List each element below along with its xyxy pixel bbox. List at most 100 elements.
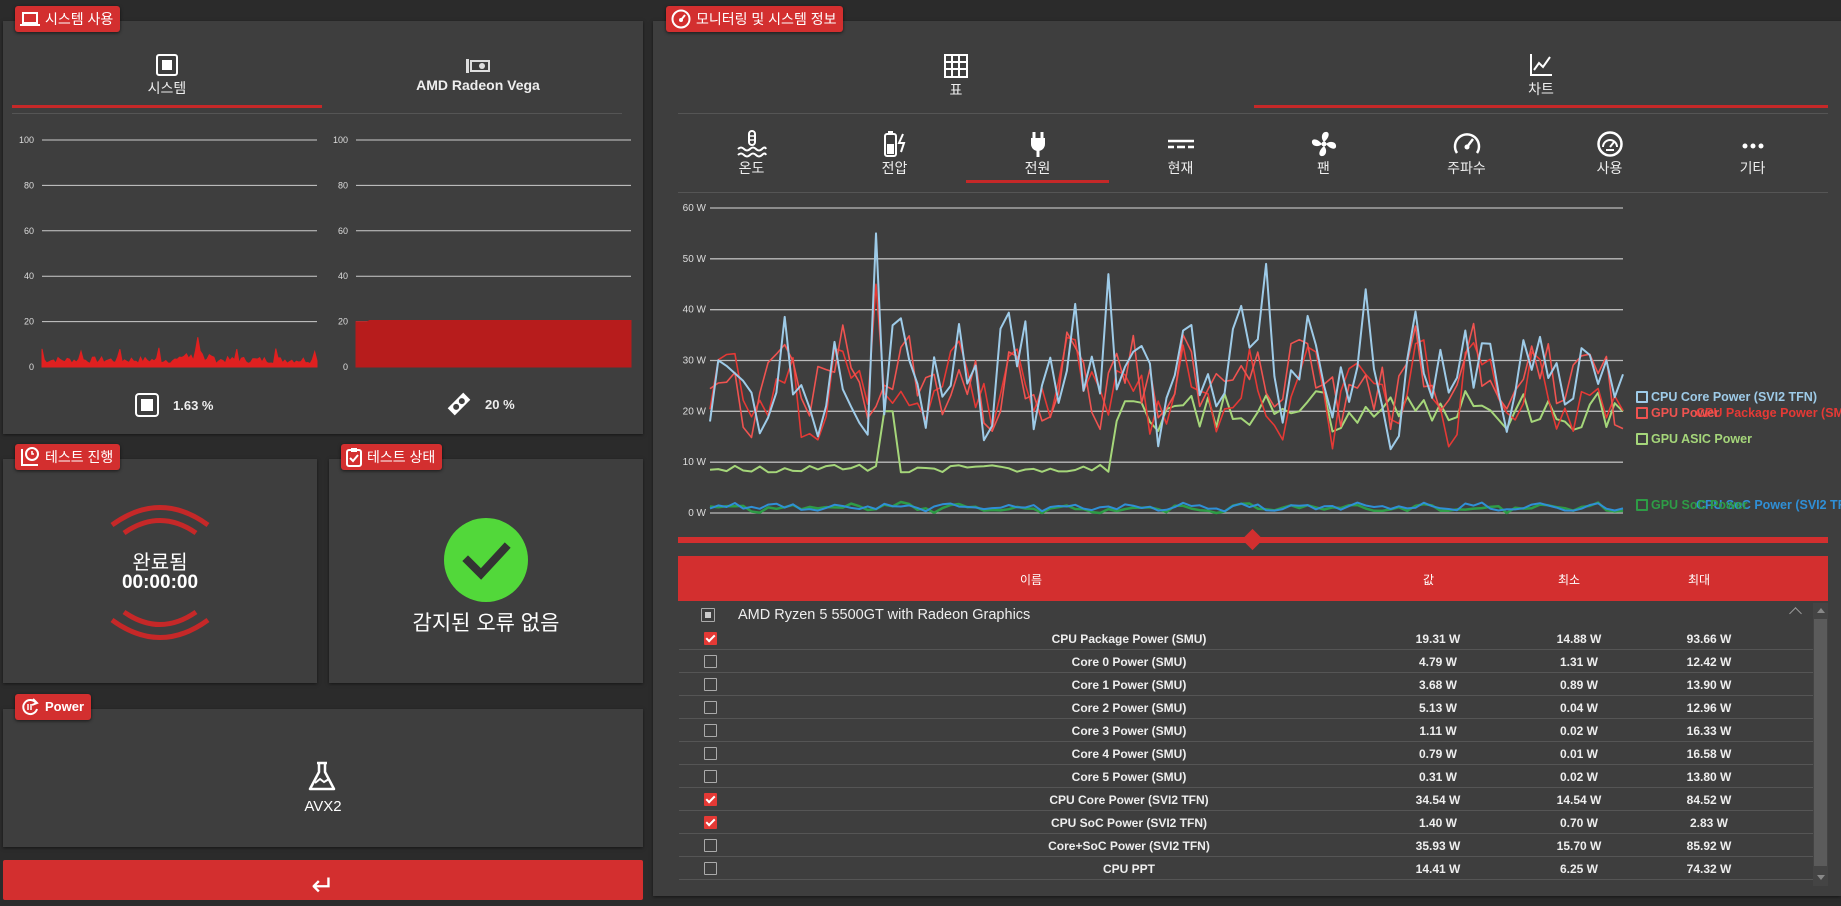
sensor-name: Core 3 Power (SMU) bbox=[1071, 724, 1187, 738]
tab-other-label: 기타 bbox=[1739, 160, 1766, 176]
sensor-value: 14.41 W bbox=[1415, 862, 1461, 876]
col-min-header[interactable]: 최소 bbox=[1558, 571, 1580, 588]
sensor-min: 0.02 W bbox=[1559, 770, 1598, 784]
sensor-value: 5.13 W bbox=[1418, 701, 1457, 715]
sensor-table-header: 이름 값 최소 최대 bbox=[678, 556, 1828, 601]
table-row[interactable]: Core 4 Power (SMU) 0.79 W 0.01 W 16.58 W bbox=[679, 742, 1813, 765]
group-checkbox[interactable] bbox=[701, 608, 715, 622]
row-checkbox[interactable] bbox=[704, 678, 717, 691]
test-label: AVX2 bbox=[304, 798, 342, 815]
tab-usage[interactable]: 사용 bbox=[1538, 130, 1681, 178]
cpu-icon bbox=[135, 393, 159, 417]
row-checkbox[interactable] bbox=[704, 632, 717, 645]
tab-table[interactable]: 표 bbox=[678, 52, 1234, 108]
tab-gpu-label: AMD Radeon Vega bbox=[416, 77, 540, 93]
tab-frequency-label: 주파수 bbox=[1447, 160, 1486, 176]
scroll-up-arrow-icon[interactable] bbox=[1817, 608, 1825, 613]
row-checkbox[interactable] bbox=[704, 701, 717, 714]
table-scrollbar[interactable] bbox=[1813, 603, 1828, 886]
tab-temperature[interactable]: 온도 bbox=[680, 130, 823, 178]
row-checkbox[interactable] bbox=[704, 839, 717, 852]
sensor-min: 0.01 W bbox=[1559, 747, 1598, 761]
sensor-name: CPU Core Power (SVI2 TFN) bbox=[1049, 793, 1209, 807]
y-tick-label: 80 bbox=[24, 180, 34, 190]
enter-button[interactable]: ↵ bbox=[3, 860, 643, 901]
y-tick-label: 80 bbox=[338, 180, 348, 190]
tab-current[interactable]: 현재 bbox=[1109, 130, 1252, 178]
sensor-max: 2.83 W bbox=[1689, 816, 1728, 830]
tab-other[interactable]: 기타 bbox=[1681, 130, 1824, 178]
table-row[interactable]: Core 5 Power (SMU) 0.31 W 0.02 W 13.80 W bbox=[679, 765, 1813, 788]
sensor-name: CPU SoC Power (SVI2 TFN) bbox=[1050, 816, 1208, 830]
thermometer-icon bbox=[736, 130, 767, 158]
tab-power[interactable]: 전원 bbox=[966, 130, 1109, 183]
table-row[interactable]: CPU Core Power (SVI2 TFN) 34.54 W 14.54 W 8… bbox=[679, 788, 1813, 811]
test-state-tag: 테스트 상태 bbox=[341, 444, 443, 470]
progress-time: 00:00:00 bbox=[121, 572, 199, 593]
legend-gpu-asic-power[interactable]: GPU ASIC Power bbox=[1636, 432, 1752, 446]
legend-gpu-soc-power[interactable]: GPU SoC Power bbox=[1636, 498, 1748, 512]
col-value-header[interactable]: 값 bbox=[1423, 571, 1434, 588]
row-checkbox[interactable] bbox=[704, 816, 717, 829]
scroll-down-arrow-icon[interactable] bbox=[1817, 875, 1825, 880]
sensor-name: Core 4 Power (SMU) bbox=[1071, 747, 1187, 761]
collapse-chevron-icon[interactable] bbox=[1789, 607, 1802, 620]
row-checkbox[interactable] bbox=[704, 793, 717, 806]
tab-chart[interactable]: 차트 bbox=[1254, 52, 1828, 108]
tab-voltage[interactable]: 전압 bbox=[823, 130, 966, 178]
tab-gpu[interactable]: AMD Radeon Vega bbox=[323, 52, 633, 114]
tab-system[interactable]: 시스템 bbox=[12, 52, 322, 108]
refresh-icon bbox=[22, 698, 39, 716]
sensor-max: 12.42 W bbox=[1686, 655, 1732, 669]
table-row[interactable]: Core 2 Power (SMU) 5.13 W 0.04 W 12.96 W bbox=[679, 696, 1813, 719]
legend-gpu-power[interactable]: GPU Power bbox=[1636, 406, 1719, 420]
flask-icon bbox=[308, 761, 336, 791]
table-row[interactable]: Core 3 Power (SMU) 1.11 W 0.02 W 16.33 W bbox=[679, 719, 1813, 742]
table-row[interactable]: CPU SoC Power (SVI2 TFN) 1.40 W 0.70 W 2.83… bbox=[679, 811, 1813, 834]
row-checkbox[interactable] bbox=[704, 655, 717, 668]
legend-swatch bbox=[1636, 433, 1648, 445]
monitoring-title: 모니터링 및 시스템 정보 bbox=[696, 11, 837, 27]
tab-fan-label: 팬 bbox=[1317, 160, 1330, 176]
check-circle-icon bbox=[444, 518, 528, 602]
sensor-min: 15.70 W bbox=[1556, 839, 1602, 853]
tab-fan[interactable]: 팬 bbox=[1252, 130, 1395, 178]
table-row[interactable]: CPU Package Power (SMU) 19.31 W 14.88 W 93.… bbox=[679, 627, 1813, 650]
y-tick-label: 60 bbox=[24, 226, 34, 236]
row-checkbox[interactable] bbox=[704, 747, 717, 760]
col-name-header[interactable]: 이름 bbox=[1020, 571, 1042, 588]
table-row[interactable]: Core 1 Power (SMU) 3.68 W 0.89 W 13.90 W bbox=[679, 673, 1813, 696]
row-checkbox[interactable] bbox=[704, 770, 717, 783]
sensor-min: 0.04 W bbox=[1559, 701, 1598, 715]
group-name: AMD Ryzen 5 5500GT with Radeon Graphics bbox=[738, 607, 1031, 623]
sensor-value: 0.31 W bbox=[1418, 770, 1457, 784]
sensor-tabs-divider bbox=[678, 192, 1828, 193]
table-row[interactable]: Core+SoC Power (SVI2 TFN) 35.93 W 15.70 W 8… bbox=[679, 834, 1813, 857]
more-icon bbox=[1742, 143, 1763, 149]
row-checkbox[interactable] bbox=[704, 724, 717, 737]
y-tick-label: 0 bbox=[343, 362, 348, 372]
y-tick-label: 60 W bbox=[683, 203, 707, 214]
col-max-header[interactable]: 최대 bbox=[1688, 571, 1710, 588]
row-checkbox[interactable] bbox=[704, 862, 717, 875]
group-row[interactable]: AMD Ryzen 5 5500GT with Radeon Graphics bbox=[679, 603, 1813, 627]
legend-label: GPU Power bbox=[1651, 406, 1720, 420]
table-row[interactable]: CPU PPT 14.41 W 6.25 W 74.32 W bbox=[679, 857, 1813, 880]
table-row[interactable]: Core 0 Power (SMU) 4.79 W 1.31 W 12.42 W bbox=[679, 650, 1813, 673]
y-tick-label: 10 W bbox=[683, 457, 707, 468]
power-chart: 60 W 50 W 40 W 30 W 20 W 10 W 0 W bbox=[678, 198, 1838, 528]
chart-icon bbox=[1530, 54, 1552, 76]
tab-frequency[interactable]: 주파수 bbox=[1395, 130, 1538, 178]
sensor-min: 6.25 W bbox=[1559, 862, 1598, 876]
y-tick-label: 0 W bbox=[688, 508, 706, 519]
clipboard-check-icon bbox=[346, 448, 362, 467]
test-state-title: 테스트 상태 bbox=[367, 449, 436, 465]
scroll-thumb[interactable] bbox=[1814, 619, 1827, 866]
monitoring-tag: 모니터링 및 시스템 정보 bbox=[666, 6, 844, 32]
cpu-usage-readout: 1.63 % bbox=[135, 393, 213, 417]
legend-swatch bbox=[1636, 391, 1648, 403]
sensor-min: 0.70 W bbox=[1559, 816, 1598, 830]
sensor-value: 35.93 W bbox=[1415, 839, 1461, 853]
y-tick-label: 40 W bbox=[683, 305, 707, 316]
legend-cpu-core-power[interactable]: CPU Core Power (SVI2 TFN) bbox=[1636, 390, 1817, 404]
